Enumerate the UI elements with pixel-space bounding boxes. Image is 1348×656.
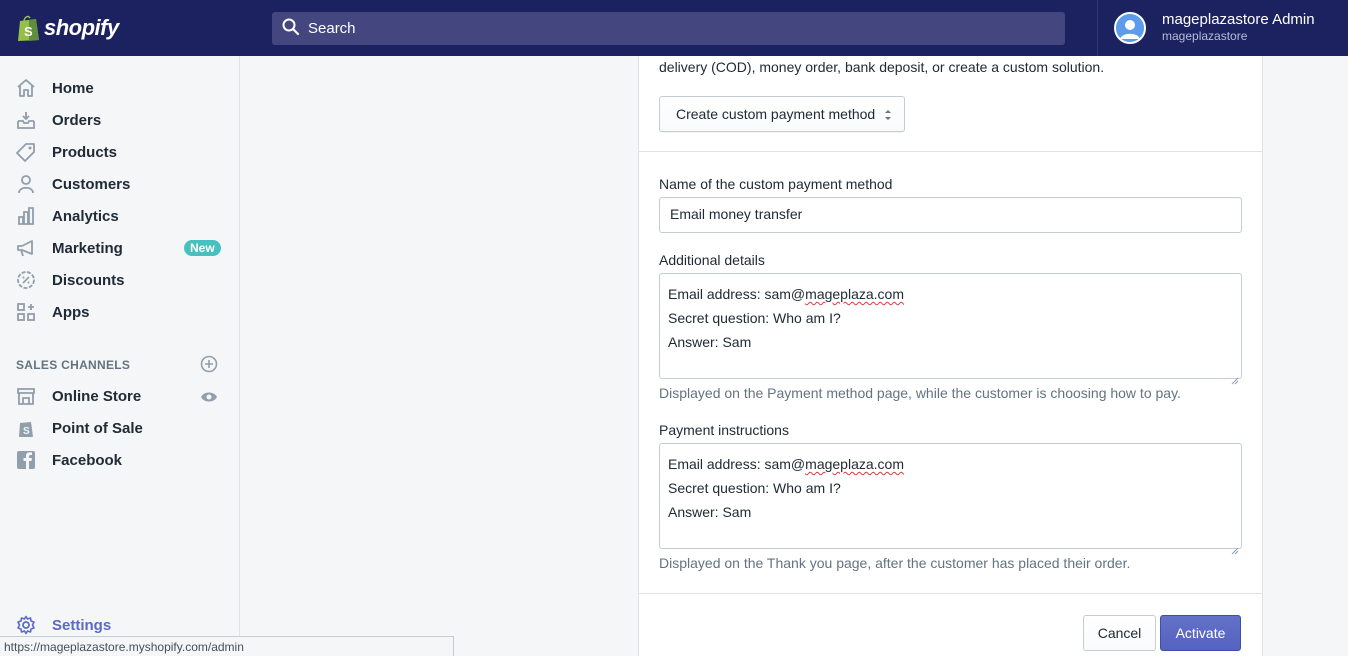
sidebar-item-products[interactable]: Products	[0, 136, 239, 168]
tag-icon	[16, 142, 36, 162]
user-store-name: mageplazastore	[1162, 29, 1248, 43]
user-name: mageplazastore Admin	[1162, 11, 1315, 28]
sidebar-item-label: Facebook	[52, 451, 123, 469]
orders-icon	[16, 110, 36, 130]
sidebar: Home Orders Products Customers Analytics…	[0, 56, 240, 656]
sidebar-item-label: Point of Sale	[52, 419, 143, 437]
details-email-prefix: Email address: sam@	[668, 286, 806, 302]
card-section-select: delivery (COD), money order, bank deposi…	[639, 56, 1262, 152]
intro-text: delivery (COD), money order, bank deposi…	[659, 59, 1105, 75]
person-icon	[16, 174, 36, 194]
search-icon	[282, 18, 300, 39]
sidebar-item-label: Online Store	[52, 387, 142, 405]
eye-icon[interactable]	[200, 390, 218, 402]
details-line-3: Answer: Sam	[668, 334, 752, 350]
gear-icon	[16, 615, 36, 635]
sidebar-item-label: Apps	[52, 303, 90, 321]
sidebar-item-online-store[interactable]: Online Store	[0, 380, 239, 412]
instructions-line-1: Email address: sam@mageplaza.com	[668, 452, 1233, 476]
custom-payment-method-select[interactable]: Create custom payment method	[659, 96, 905, 132]
sidebar-item-label: Discounts	[52, 271, 125, 289]
status-bar-url: https://mageplazastore.myshopify.com/adm…	[0, 636, 454, 656]
svg-text:S: S	[24, 24, 33, 39]
store-icon	[16, 386, 36, 406]
sidebar-item-apps[interactable]: Apps	[0, 296, 239, 328]
discount-icon	[16, 270, 36, 290]
custom-payment-form: Name of the custom payment method Email …	[639, 153, 1262, 593]
megaphone-icon	[16, 238, 36, 258]
shopify-logo[interactable]: S shopify	[0, 0, 240, 56]
sidebar-item-facebook[interactable]: Facebook	[0, 444, 239, 476]
sidebar-item-discounts[interactable]: Discounts	[0, 264, 239, 296]
avatar	[1114, 12, 1146, 44]
facebook-icon	[16, 450, 36, 470]
svg-text:S: S	[23, 426, 30, 437]
instructions-line-3: Answer: Sam	[668, 504, 752, 520]
user-menu[interactable]: mageplazastore Admin mageplazastore	[1097, 0, 1348, 56]
instructions-line-2: Secret question: Who am I?	[668, 480, 841, 496]
details-line-2: Secret question: Who am I?	[668, 310, 841, 326]
bar-chart-icon	[16, 206, 36, 226]
activate-button[interactable]: Activate	[1160, 615, 1241, 651]
payment-instructions-textarea[interactable]: Email address: sam@mageplaza.com Secret …	[659, 443, 1242, 555]
pos-bag-icon: S	[16, 418, 36, 438]
sidebar-item-analytics[interactable]: Analytics	[0, 200, 239, 232]
sidebar-item-orders[interactable]: Orders	[0, 104, 239, 136]
sidebar-item-home[interactable]: Home	[0, 72, 239, 104]
select-value: Create custom payment method	[676, 106, 876, 122]
details-line-1: Email address: sam@mageplaza.com	[668, 282, 1233, 306]
sidebar-item-label: Orders	[52, 111, 102, 129]
payment-instructions-label: Payment instructions	[659, 422, 789, 438]
name-label: Name of the custom payment method	[659, 176, 893, 192]
instructions-help-text: Displayed on the Thank you page, after t…	[659, 555, 1131, 571]
sidebar-item-label: Settings	[52, 616, 112, 634]
additional-details-textarea[interactable]: Email address: sam@mageplaza.com Secret …	[659, 273, 1242, 385]
cancel-button[interactable]: Cancel	[1083, 615, 1156, 651]
sidebar-item-customers[interactable]: Customers	[0, 168, 239, 200]
sidebar-item-label: Customers	[52, 175, 131, 193]
additional-details-label: Additional details	[659, 252, 765, 268]
sidebar-item-label: Home	[52, 79, 94, 97]
top-bar: S shopify Search mageplazastore Admin ma…	[0, 0, 1348, 56]
payment-method-name-input[interactable]: Email money transfer	[659, 197, 1242, 233]
resize-handle-icon[interactable]	[1231, 368, 1239, 385]
instructions-email-prefix: Email address: sam@	[668, 456, 806, 472]
shopify-bag-icon: S	[16, 14, 40, 42]
sidebar-item-label: Products	[52, 143, 118, 161]
instructions-email-domain: mageplaza.com	[805, 456, 904, 472]
home-icon	[16, 78, 36, 98]
new-badge: New	[184, 240, 221, 256]
select-caret-icon	[884, 108, 892, 122]
sidebar-item-label: Marketing	[52, 239, 123, 257]
card-footer: Cancel Activate	[639, 593, 1262, 656]
search-placeholder: Search	[308, 20, 356, 37]
sidebar-item-marketing[interactable]: Marketing New	[0, 232, 239, 264]
search-input[interactable]: Search	[272, 12, 1065, 45]
payment-method-card: delivery (COD), money order, bank deposi…	[638, 56, 1263, 656]
sidebar-item-point-of-sale[interactable]: S Point of Sale	[0, 412, 239, 444]
logo-text: shopify	[44, 15, 119, 40]
add-channel-icon[interactable]	[200, 355, 218, 373]
resize-handle-icon[interactable]	[1231, 538, 1239, 555]
apps-icon	[16, 302, 36, 322]
sales-channels-heading: SALES CHANNELS	[16, 358, 131, 372]
details-help-text: Displayed on the Payment method page, wh…	[659, 385, 1181, 401]
sidebar-item-label: Analytics	[52, 207, 119, 225]
details-email-domain: mageplaza.com	[805, 286, 904, 302]
